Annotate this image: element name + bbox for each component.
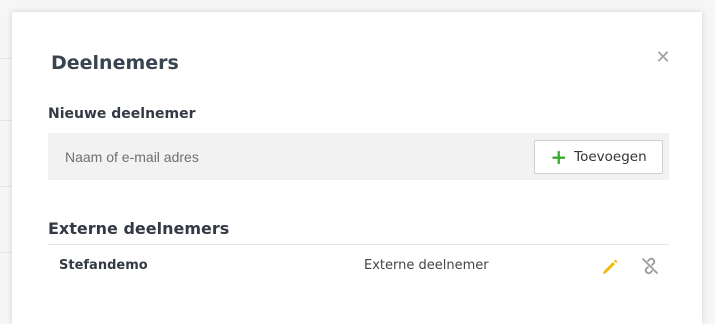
unlink-icon[interactable] bbox=[640, 256, 660, 276]
pencil-icon[interactable] bbox=[600, 256, 620, 276]
close-icon: ✕ bbox=[655, 47, 671, 67]
add-button-label: Toevoegen bbox=[574, 149, 647, 165]
dialog-title: Deelnemers bbox=[51, 52, 179, 74]
pencil-icon-graphic bbox=[603, 259, 618, 274]
backdrop-divider bbox=[0, 58, 12, 59]
close-button[interactable]: ✕ bbox=[652, 46, 674, 68]
backdrop-divider bbox=[0, 120, 12, 121]
participant-name-input[interactable] bbox=[48, 133, 518, 180]
backdrop-divider bbox=[0, 186, 12, 187]
add-participant-button[interactable]: + Toevoegen bbox=[534, 140, 663, 174]
participant-name: Stefandemo bbox=[59, 258, 148, 273]
backdrop-divider bbox=[0, 252, 12, 253]
unlink-icon-graphic bbox=[642, 257, 658, 275]
add-participant-panel: + Toevoegen bbox=[48, 133, 669, 180]
participants-dialog: Deelnemers ✕ Nieuwe deelnemer + Toevoege… bbox=[12, 12, 702, 324]
external-participants-label: Externe deelnemers bbox=[48, 219, 230, 238]
participant-type: Externe deelnemer bbox=[364, 258, 489, 273]
new-participant-label: Nieuwe deelnemer bbox=[48, 106, 196, 122]
plus-icon: + bbox=[550, 145, 568, 169]
participant-row: Stefandemo Externe deelnemer bbox=[48, 245, 669, 285]
